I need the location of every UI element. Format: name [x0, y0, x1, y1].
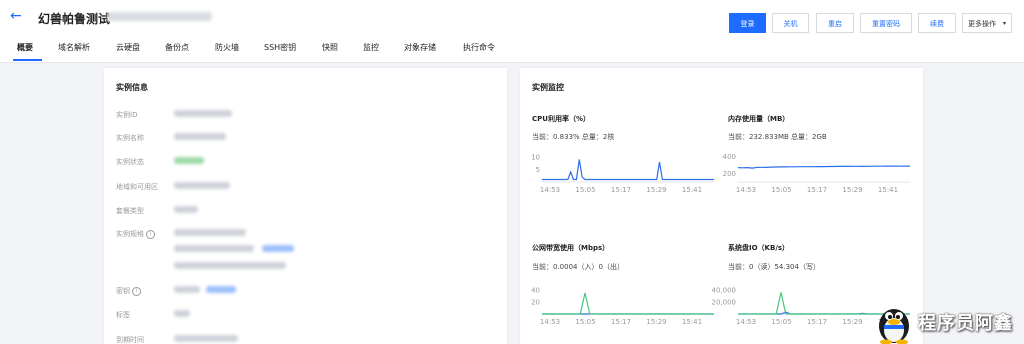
y-tick-label: 40 [531, 287, 540, 295]
cpu-chart-current: 当前：0.833% 总量：2核 [532, 133, 615, 141]
x-tick-label: 15:29 [646, 186, 666, 194]
package-type-label: 套餐类型 [116, 207, 144, 215]
instance-spec-value-line2 [174, 245, 254, 252]
reset-password-button[interactable]: 重置密码 [860, 13, 912, 33]
shutdown-button[interactable]: 关机 [772, 13, 809, 33]
x-tick-label: 15:41 [682, 318, 702, 326]
expire-time-label: 到期时间 [116, 336, 144, 344]
x-tick-label: 14:53 [736, 186, 756, 194]
y-tick-label: 20,000 [712, 299, 737, 307]
info-icon[interactable]: i [132, 286, 141, 296]
x-tick-label: 15:29 [842, 186, 862, 194]
series-line [542, 159, 714, 181]
y-tick-label: 400 [723, 153, 736, 161]
x-tick-label: 15:17 [611, 318, 631, 326]
expire-time-value [174, 335, 238, 342]
cpu-chart: 5 10 14:53 15:05 15:17 15:29 15:41 [531, 154, 714, 194]
tab-run-command[interactable]: 执行命令 [463, 42, 495, 53]
cpu-chart-title: CPU利用率（%） [532, 115, 590, 123]
login-button[interactable]: 登录 [729, 13, 766, 33]
instance-status-value [174, 157, 204, 164]
x-tick-label: 15:17 [611, 186, 631, 194]
memory-chart: 200 400 14:53 15:05 15:17 15:29 15:41 [723, 153, 910, 194]
renew-button[interactable]: 续费 [918, 13, 956, 33]
series-line [542, 292, 714, 315]
instance-monitor-panel: 实例监控 CPU利用率（%） 当前：0.833% 总量：2核 5 10 14:53 1… [520, 68, 923, 344]
tags-value [174, 310, 190, 317]
memory-chart-title: 内存使用量（MB） [728, 115, 790, 123]
key-label: 密钥 i [116, 286, 141, 296]
tab-firewall[interactable]: 防火墙 [215, 42, 239, 53]
bandwidth-chart-current: 当前：0.0004（入）0（出） [532, 263, 624, 271]
instance-spec-upgrade-link[interactable] [262, 245, 294, 252]
bandwidth-chart-title: 公网带宽使用（Mbps） [532, 244, 610, 252]
y-tick-label: 200 [723, 170, 736, 178]
instance-info-title: 实例信息 [116, 83, 148, 92]
key-value [174, 286, 200, 293]
active-tab-indicator [13, 59, 42, 61]
x-tick-label: 15:41 [682, 186, 702, 194]
more-actions-button[interactable]: 更多操作 ▾ [962, 13, 1012, 33]
page-title: 幻兽帕鲁测试 [38, 12, 111, 26]
tags-label: 标签 [116, 311, 130, 319]
tab-object-storage[interactable]: 对象存储 [404, 42, 436, 53]
x-tick-label: 14:53 [540, 186, 560, 194]
disk-io-chart-title: 系统盘IO（KB/s） [728, 244, 790, 252]
instance-id-label: 实例ID [116, 111, 138, 119]
instance-spec-value-line1 [174, 229, 246, 236]
disk-io-chart-current: 当前：0（读）54.304（写） [728, 263, 820, 271]
restart-button[interactable]: 重启 [816, 13, 854, 33]
x-tick-label: 15:17 [807, 186, 827, 194]
x-tick-label: 15:17 [807, 318, 827, 326]
instance-name-label: 实例名称 [116, 134, 144, 142]
tab-cloud-disk[interactable]: 云硬盘 [116, 42, 140, 53]
penguin-logo-icon [879, 309, 909, 344]
back-arrow-icon[interactable]: ← [10, 9, 24, 23]
x-tick-label: 15:05 [575, 318, 595, 326]
more-actions-label: 更多操作 [968, 20, 996, 28]
instance-id-value [174, 110, 232, 117]
tab-overview[interactable]: 概要 [17, 42, 33, 53]
key-bind-link[interactable] [206, 286, 236, 293]
x-tick-label: 15:05 [575, 186, 595, 194]
region-value [174, 182, 230, 189]
tab-monitor[interactable]: 监控 [363, 42, 379, 53]
instance-spec-label-text: 实例规格 [116, 230, 144, 238]
series-line [737, 165, 910, 169]
y-tick-label: 10 [531, 154, 540, 162]
instance-name-value [174, 133, 226, 140]
tab-backup[interactable]: 备份点 [165, 42, 189, 53]
x-tick-label: 14:53 [540, 318, 560, 326]
package-type-value [174, 206, 198, 213]
instance-status-label: 实例状态 [116, 158, 144, 166]
x-tick-label: 15:41 [878, 186, 898, 194]
key-label-text: 密钥 [116, 287, 130, 295]
watermark-text: 程序员阿鑫 [918, 313, 1013, 334]
tab-snapshot[interactable]: 快照 [322, 42, 338, 53]
y-tick-label: 20 [531, 299, 540, 307]
instance-info-panel: 实例信息 实例ID 实例名称 实例状态 地域和可用区 套餐类型 实例规格 i 密钥… [104, 68, 507, 344]
tab-domain[interactable]: 域名解析 [58, 42, 90, 53]
chevron-down-icon: ▾ [1002, 20, 1006, 27]
x-tick-label: 15:29 [842, 318, 862, 326]
instance-monitor-title: 实例监控 [532, 83, 564, 92]
y-tick-label: 40,000 [712, 287, 737, 295]
x-tick-label: 15:05 [771, 318, 791, 326]
y-tick-label: 5 [536, 166, 540, 174]
watermark: 程序员阿鑫 [870, 300, 1024, 344]
instance-spec-label: 实例规格 i [116, 229, 155, 239]
instance-spec-value-line3 [174, 262, 286, 269]
page-header: ← 幻兽帕鲁测试 登录 关机 重启 重置密码 续费 更多操作 ▾ 概要 域名解析… [0, 0, 1024, 63]
x-tick-label: 15:29 [646, 318, 666, 326]
tab-ssh-key[interactable]: SSH密钥 [264, 42, 296, 53]
x-tick-label: 14:53 [736, 318, 756, 326]
memory-chart-current: 当前：232.833MB 总量：2GB [728, 133, 827, 141]
page-subtitle [107, 12, 212, 21]
info-icon[interactable]: i [146, 229, 155, 239]
region-label: 地域和可用区 [116, 183, 158, 191]
bandwidth-chart: 20 40 14:53 15:05 15:17 15:29 15:41 [531, 287, 714, 326]
x-tick-label: 15:05 [771, 186, 791, 194]
